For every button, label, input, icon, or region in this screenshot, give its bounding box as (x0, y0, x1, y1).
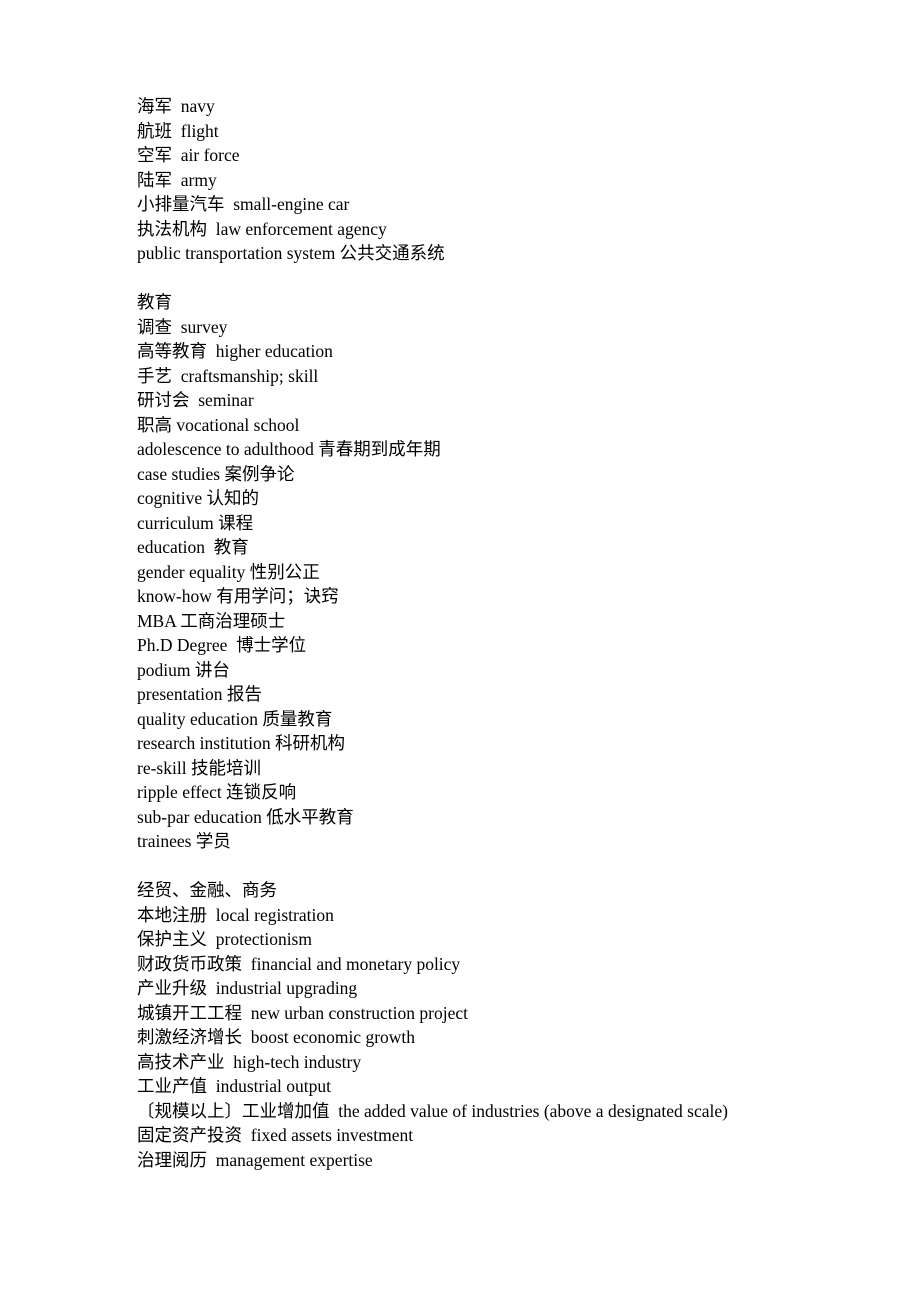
glossary-line: know-how 有用学问；诀窍 (137, 586, 339, 606)
glossary-line: gender equality 性别公正 (137, 561, 320, 582)
glossary-line: trainees 学员 (137, 831, 231, 851)
glossary-line: 〔规模以上〕工业增加值 the added value of industrie… (137, 1100, 728, 1121)
glossary-line: 治理阅历 management expertise (137, 1149, 373, 1170)
glossary-line: MBA 工商治理硕士 (137, 610, 286, 631)
glossary-line: public transportation system 公共交通系统 (137, 243, 445, 263)
glossary-line: 固定资产投资 fixed assets investment (137, 1125, 414, 1145)
glossary-line: 工业产值 industrial output (137, 1076, 331, 1096)
glossary-line: 高等教育 higher education (137, 341, 333, 361)
glossary-line: re-skill 技能培训 (137, 757, 261, 778)
glossary-line: 本地注册 local registration (137, 904, 334, 925)
glossary-block-transport-military: 海军 navy 航班 flight 空军 air force 陆军 army 小… (137, 94, 877, 266)
glossary-line: research institution 科研机构 (137, 733, 346, 753)
glossary-line: Ph.D Degree 博士学位 (137, 635, 307, 655)
document-page: 海军 navy 航班 flight 空军 air force 陆军 army 小… (0, 0, 920, 1302)
glossary-line: 空军 air force (137, 145, 240, 165)
glossary-line: 小排量汽车 small-engine car (137, 194, 350, 214)
glossary-line: curriculum 课程 (137, 512, 254, 533)
glossary-line: 刺激经济增长 boost economic growth (137, 1027, 416, 1047)
glossary-line: presentation 报告 (137, 684, 262, 704)
glossary-line: sub-par education 低水平教育 (137, 806, 354, 827)
glossary-line: 海军 navy (137, 96, 215, 116)
glossary-line: podium 讲台 (137, 659, 230, 680)
glossary-line: education 教育 (137, 537, 249, 557)
glossary-line: 城镇开工工程 new urban construction project (137, 1002, 468, 1023)
glossary-line: 调查 survey (137, 316, 228, 337)
glossary-line: cognitive 认知的 (137, 488, 259, 508)
glossary-line: 职高 vocational school (137, 414, 300, 435)
glossary-block-economy-finance-business: 经贸、金融、商务 本地注册 local registration 保护主义 pr… (137, 878, 877, 1172)
glossary-section-heading: 教育 (137, 292, 172, 312)
glossary-line: 财政货币政策 financial and monetary policy (137, 953, 461, 974)
glossary-content: 海军 navy 航班 flight 空军 air force 陆军 army 小… (137, 94, 877, 1172)
glossary-line: 陆军 army (137, 169, 217, 190)
glossary-line: 研讨会 seminar (137, 390, 254, 410)
glossary-block-education: 教育 调查 survey 高等教育 higher education 手艺 cr… (137, 290, 877, 854)
glossary-line: 产业升级 industrial upgrading (137, 978, 358, 998)
glossary-line: 高技术产业 high-tech industry (137, 1051, 362, 1072)
glossary-line: ripple effect 连锁反响 (137, 782, 297, 802)
glossary-line: 保护主义 protectionism (137, 929, 312, 949)
glossary-line: 手艺 craftsmanship; skill (137, 365, 319, 386)
glossary-line: quality education 质量教育 (137, 708, 333, 729)
glossary-line: 执法机构 law enforcement agency (137, 218, 387, 239)
glossary-line: adolescence to adulthood 青春期到成年期 (137, 439, 441, 459)
glossary-section-heading: 经贸、金融、商务 (137, 880, 277, 900)
glossary-line: 航班 flight (137, 120, 219, 141)
glossary-line: case studies 案例争论 (137, 463, 295, 484)
